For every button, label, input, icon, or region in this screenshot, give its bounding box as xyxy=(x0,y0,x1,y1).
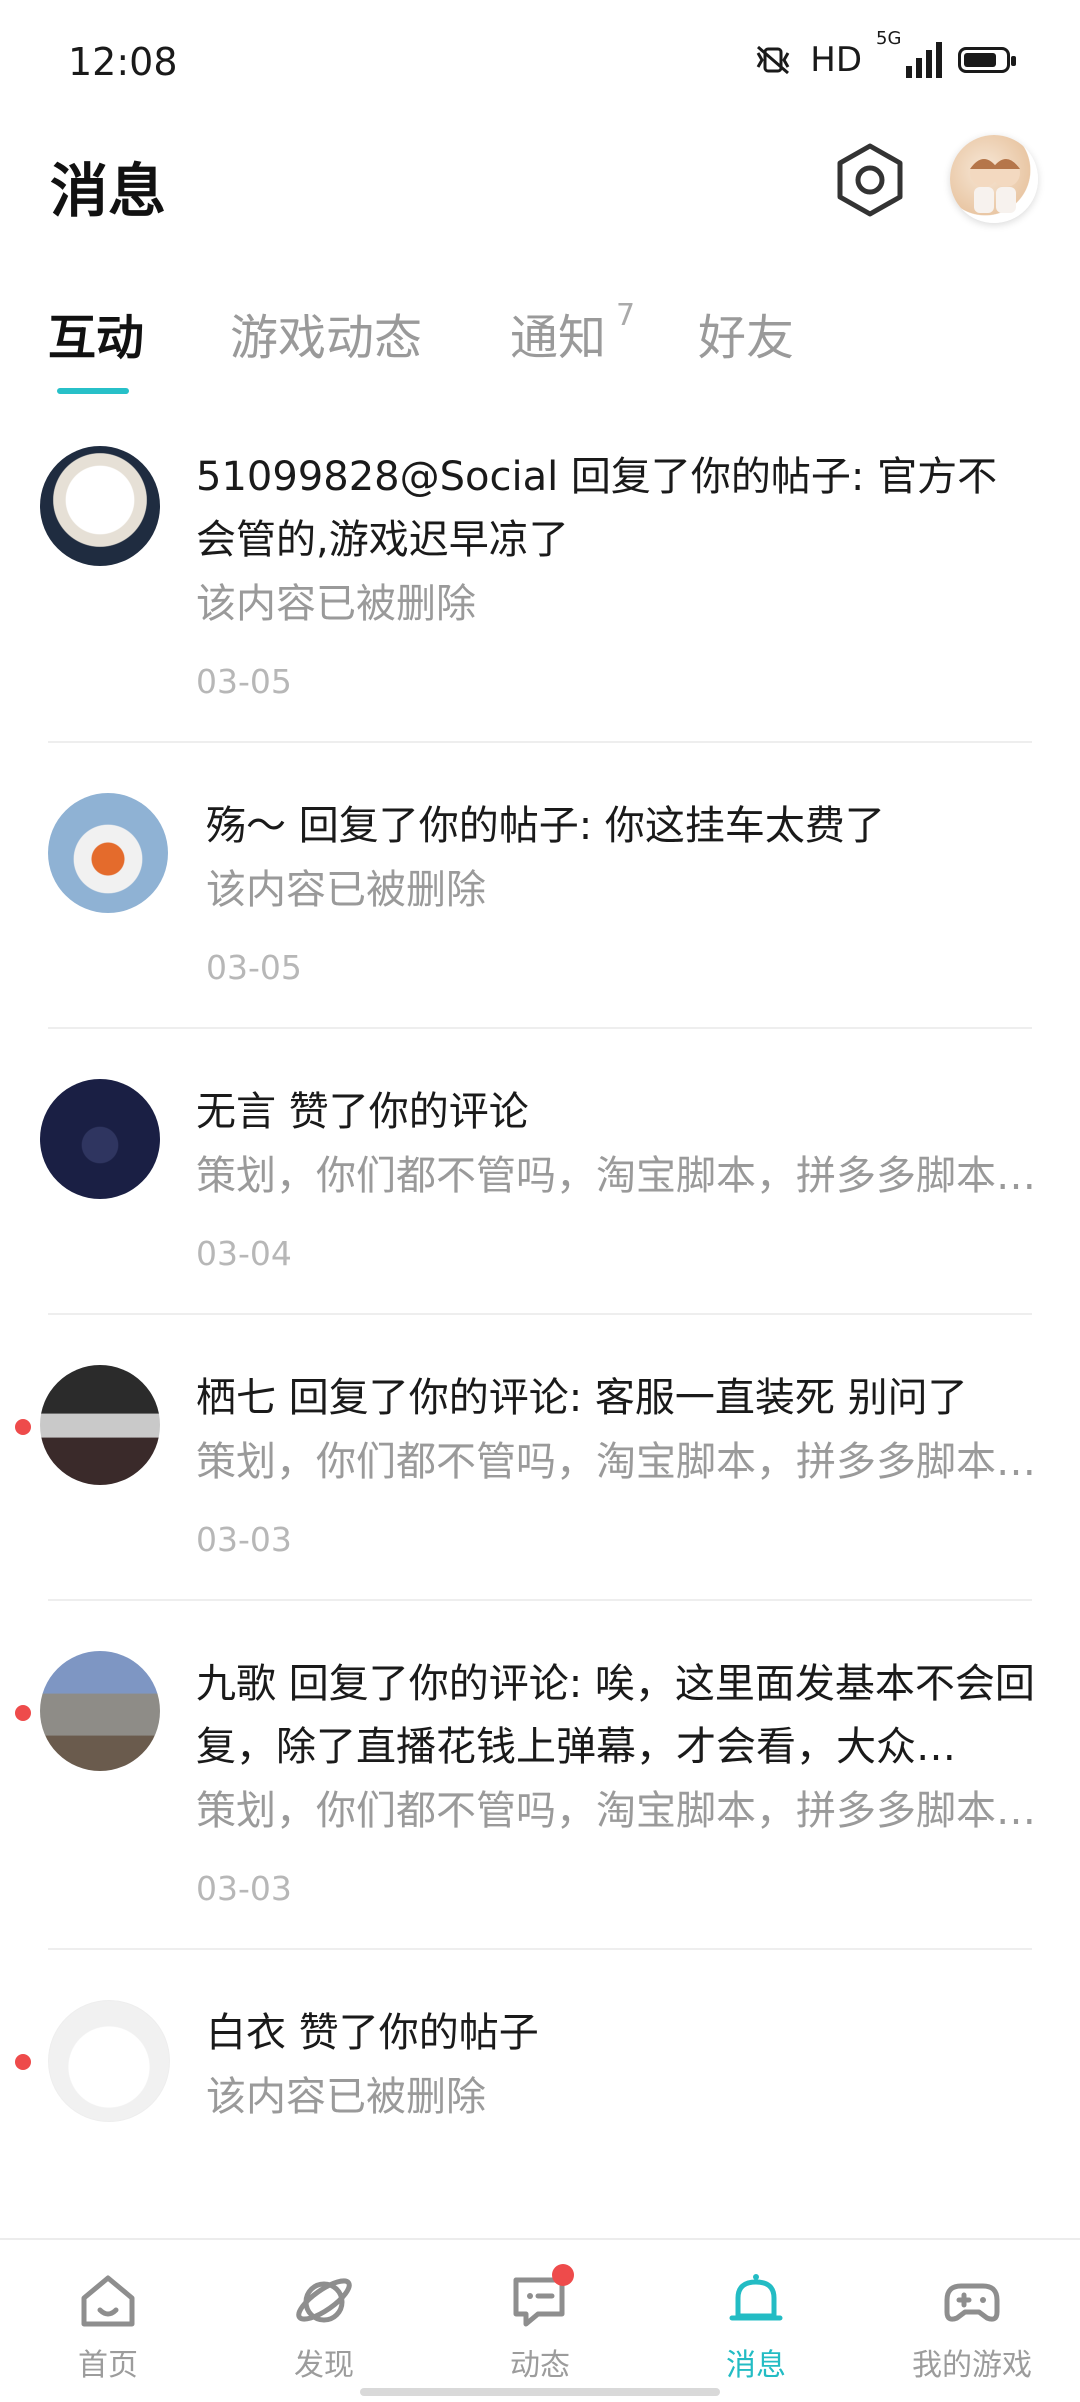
tab-bar: 互动 游戏动态 通知 7 好友 xyxy=(0,290,1080,400)
list-item[interactable]: 51099828@Social 回复了你的帖子: 官方不会管的,游戏迟早凉了 该… xyxy=(40,420,1032,743)
status-icons: HD 5G xyxy=(752,28,1016,80)
list-item[interactable]: 白衣 赞了你的帖子 该内容已被删除 xyxy=(15,1950,1032,2195)
network-label: HD xyxy=(810,40,862,80)
avatar[interactable] xyxy=(40,1365,160,1485)
vibrate-mute-icon xyxy=(756,45,790,75)
message-title: 栖七 回复了你的评论: 客服一直装死 别问了 xyxy=(196,1375,968,1421)
message-date: 03-03 xyxy=(196,1520,292,1559)
message-preview: 该内容已被删除 xyxy=(196,581,476,627)
list-item[interactable]: 九歌 回复了你的评论: 唉，这里面发基本不会回复，除了直播花钱上弹幕，才会看，大… xyxy=(15,1601,1036,1950)
status-bar: 12:08 HD 5G xyxy=(0,0,1080,130)
nav-label: 发现 xyxy=(294,2348,354,2383)
message-preview: 该内容已被删除 xyxy=(206,867,486,913)
page-header: 消息 xyxy=(0,130,1080,250)
page-title: 消息 xyxy=(50,157,167,225)
battery-icon xyxy=(958,47,1016,73)
nav-messages[interactable]: 消息 xyxy=(686,2270,826,2384)
avatar-illustration xyxy=(970,159,1020,213)
planet-icon xyxy=(296,2278,352,2323)
unread-dot xyxy=(15,2054,31,2070)
home-indicator[interactable] xyxy=(360,2388,720,2396)
avatar[interactable] xyxy=(48,2000,170,2122)
message-date: 03-05 xyxy=(196,662,292,701)
my-avatar[interactable] xyxy=(950,135,1038,223)
message-list: 51099828@Social 回复了你的帖子: 官方不会管的,游戏迟早凉了 该… xyxy=(0,420,1080,2195)
message-title: 九歌 回复了你的评论: 唉，这里面发基本不会回复，除了直播花钱上弹幕，才会看，大… xyxy=(196,1661,1035,1770)
message-title: 白衣 赞了你的帖子 xyxy=(206,2010,539,2056)
avatar[interactable] xyxy=(40,446,160,566)
message-preview: 策划，你们都不管吗，淘宝脚本，拼多多脚本… xyxy=(196,1439,1036,1485)
nav-my-games[interactable]: 我的游戏 xyxy=(902,2270,1042,2384)
nav-label: 首页 xyxy=(78,2348,138,2383)
home-icon xyxy=(81,2275,135,2327)
tab-game-news[interactable]: 游戏动态 xyxy=(230,298,422,368)
nav-feed[interactable]: 动态 xyxy=(470,2264,610,2384)
message-title: 无言 赞了你的评论 xyxy=(196,1089,529,1135)
active-tab-indicator xyxy=(57,388,129,394)
settings-hexagon-icon xyxy=(837,143,903,217)
notification-count-badge: 7 xyxy=(616,298,636,333)
feed-unread-dot xyxy=(552,2264,574,2286)
nav-label: 消息 xyxy=(726,2348,786,2383)
unread-dot xyxy=(15,1705,31,1721)
network-type: 5G xyxy=(876,28,902,49)
tab-friends[interactable]: 好友 xyxy=(698,298,794,368)
gamepad-icon xyxy=(944,2283,1000,2322)
tab-notifications[interactable]: 通知 7 xyxy=(510,298,635,368)
message-date: 03-03 xyxy=(196,1869,292,1908)
status-time: 12:08 xyxy=(68,40,178,84)
avatar[interactable] xyxy=(40,1651,160,1771)
message-date: 03-04 xyxy=(196,1234,292,1273)
nav-home[interactable]: 首页 xyxy=(38,2270,178,2384)
message-date xyxy=(206,2155,1032,2195)
list-item[interactable]: 殇～ 回复了你的帖子: 你这挂车太费了 该内容已被删除 03-05 xyxy=(48,743,1032,1029)
message-title: 51099828@Social 回复了你的帖子: 官方不会管的,游戏迟早凉了 xyxy=(196,454,998,563)
tab-interaction[interactable]: 互动 xyxy=(48,298,144,368)
avatar[interactable] xyxy=(40,1079,160,1199)
list-item[interactable]: 无言 赞了你的评论 策划，你们都不管吗，淘宝脚本，拼多多脚本… 03-04 xyxy=(40,1029,1036,1315)
settings-button[interactable] xyxy=(830,140,910,220)
nav-label: 我的游戏 xyxy=(912,2348,1032,2383)
avatar[interactable] xyxy=(48,793,168,913)
message-preview: 策划，你们都不管吗，淘宝脚本，拼多多脚本… xyxy=(196,1788,1036,1834)
message-date: 03-05 xyxy=(206,948,302,987)
bottom-nav: 首页 发现 动态 消息 我的游戏 xyxy=(0,2238,1080,2402)
message-preview: 该内容已被删除 xyxy=(206,2074,486,2120)
bell-icon xyxy=(729,2274,783,2321)
unread-dot xyxy=(15,1419,31,1435)
signal-icon: 5G xyxy=(876,28,942,78)
message-title: 殇～ 回复了你的帖子: 你这挂车太费了 xyxy=(206,803,885,849)
nav-label: 动态 xyxy=(510,2348,570,2383)
list-item[interactable]: 栖七 回复了你的评论: 客服一直装死 别问了 策划，你们都不管吗，淘宝脚本，拼多… xyxy=(15,1315,1036,1601)
nav-discover[interactable]: 发现 xyxy=(254,2270,394,2384)
message-preview: 策划，你们都不管吗，淘宝脚本，拼多多脚本… xyxy=(196,1153,1036,1199)
